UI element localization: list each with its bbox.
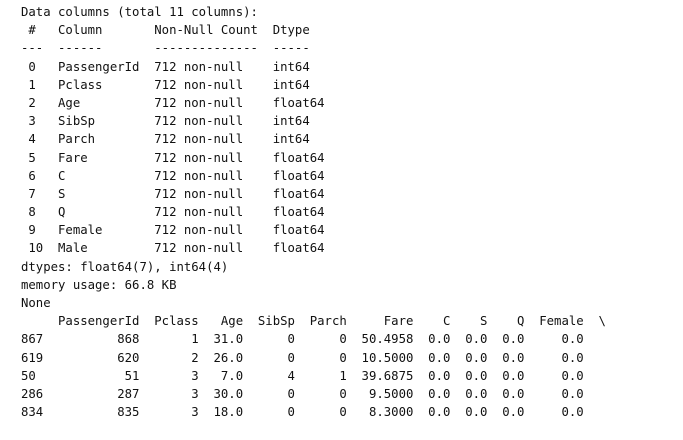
head-table-row: 286 287 3 30.0 0 0 9.5000 0.0 0.0 0.0 0.… — [21, 386, 584, 401]
info-row: 10 Male 712 non-null float64 — [21, 241, 325, 256]
info-row: 3 SibSp 712 non-null int64 — [21, 114, 310, 129]
info-row: 0 PassengerId 712 non-null int64 — [21, 59, 310, 74]
none-output: None — [21, 296, 51, 310]
head-table-row: 619 620 2 26.0 0 0 10.5000 0.0 0.0 0.0 0… — [21, 350, 584, 365]
data-columns-header: Data columns (total 11 columns): — [21, 5, 258, 19]
info-row: 2 Age 712 non-null float64 — [21, 95, 325, 110]
head-table-row: 50 51 3 7.0 4 1 39.6875 0.0 0.0 0.0 0.0 — [21, 368, 584, 383]
dtypes-summary: dtypes: float64(7), int64(4) — [21, 259, 229, 274]
info-table-header: # Column Non-Null Count Dtype — [21, 23, 310, 38]
info-row: 9 Female 712 non-null float64 — [21, 223, 325, 238]
info-row: 7 S 712 non-null float64 — [21, 186, 325, 201]
memory-usage: memory usage: 66.8 KB — [21, 277, 177, 292]
head-table-row: 867 868 1 31.0 0 0 50.4958 0.0 0.0 0.0 0… — [21, 332, 584, 347]
info-row: 8 Q 712 non-null float64 — [21, 205, 325, 220]
head-table-row: 834 835 3 18.0 0 0 8.3000 0.0 0.0 0.0 0.… — [21, 405, 584, 420]
info-row: 1 Pclass 712 non-null int64 — [21, 77, 310, 92]
info-table-separator: --- ------ -------------- ----- — [21, 41, 310, 56]
info-row: 6 C 712 non-null float64 — [21, 168, 325, 183]
info-row: 4 Parch 712 non-null int64 — [21, 132, 310, 147]
info-row: 5 Fare 712 non-null float64 — [21, 150, 325, 165]
notebook-output: Data columns (total 11 columns): # Colum… — [21, 3, 671, 421]
head-table-header: PassengerId Pclass Age SibSp Parch Fare … — [21, 314, 606, 329]
